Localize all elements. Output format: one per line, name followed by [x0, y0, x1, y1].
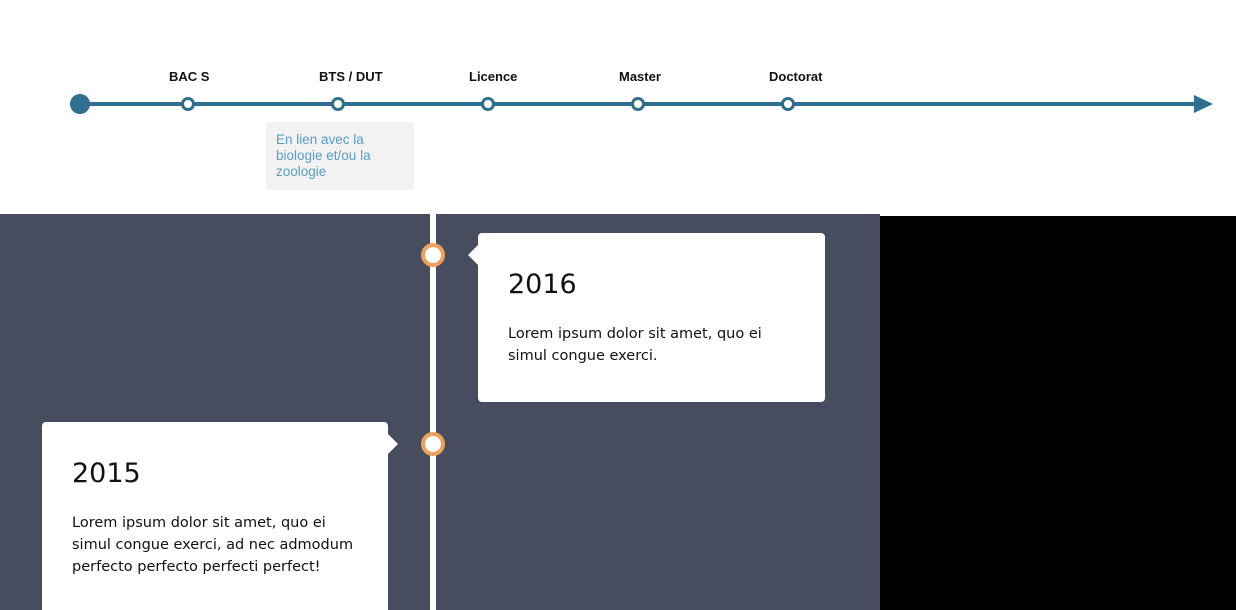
timeline-node-doctorat[interactable]	[781, 97, 795, 111]
timeline-node-master[interactable]	[631, 97, 645, 111]
card-text: Lorem ipsum dolor sit amet, quo ei simul…	[72, 515, 354, 575]
card-pointer	[468, 245, 478, 265]
card-year: 2015	[72, 458, 141, 489]
card-text: Lorem ipsum dolor sit amet, quo ei simul…	[508, 326, 762, 364]
timeline-label-bts-dut: BTS / DUT	[319, 69, 383, 84]
card-year: 2016	[508, 269, 577, 300]
card-pointer	[388, 434, 398, 454]
vertical-node-2015	[421, 432, 445, 456]
timeline-card-2016: 2016 Lorem ipsum dolor sit amet, quo ei …	[468, 233, 825, 402]
education-timeline: BAC S BTS / DUT Licence Master Doctorat …	[0, 0, 1236, 214]
timeline-start-dot	[70, 94, 90, 114]
vertical-node-2016	[421, 243, 445, 267]
timeline-label-bac-s: BAC S	[169, 69, 210, 84]
timeline-node-bac-s[interactable]	[181, 97, 195, 111]
timeline-arrow-icon	[1194, 95, 1213, 113]
timeline-label-master: Master	[619, 69, 661, 84]
vertical-timeline: 2016 Lorem ipsum dolor sit amet, quo ei …	[0, 214, 880, 610]
vertical-timeline-line	[430, 214, 436, 610]
empty-black-panel	[880, 216, 1236, 610]
timeline-note-tooltip: En lien avec la biologie et/ou la zoolog…	[266, 122, 414, 190]
timeline-card-2015: 2015 Lorem ipsum dolor sit amet, quo ei …	[42, 422, 398, 610]
timeline-label-licence: Licence	[469, 69, 518, 84]
timeline-node-bts-dut[interactable]	[331, 97, 345, 111]
timeline-node-licence[interactable]	[481, 97, 495, 111]
timeline-label-doctorat: Doctorat	[769, 69, 823, 84]
